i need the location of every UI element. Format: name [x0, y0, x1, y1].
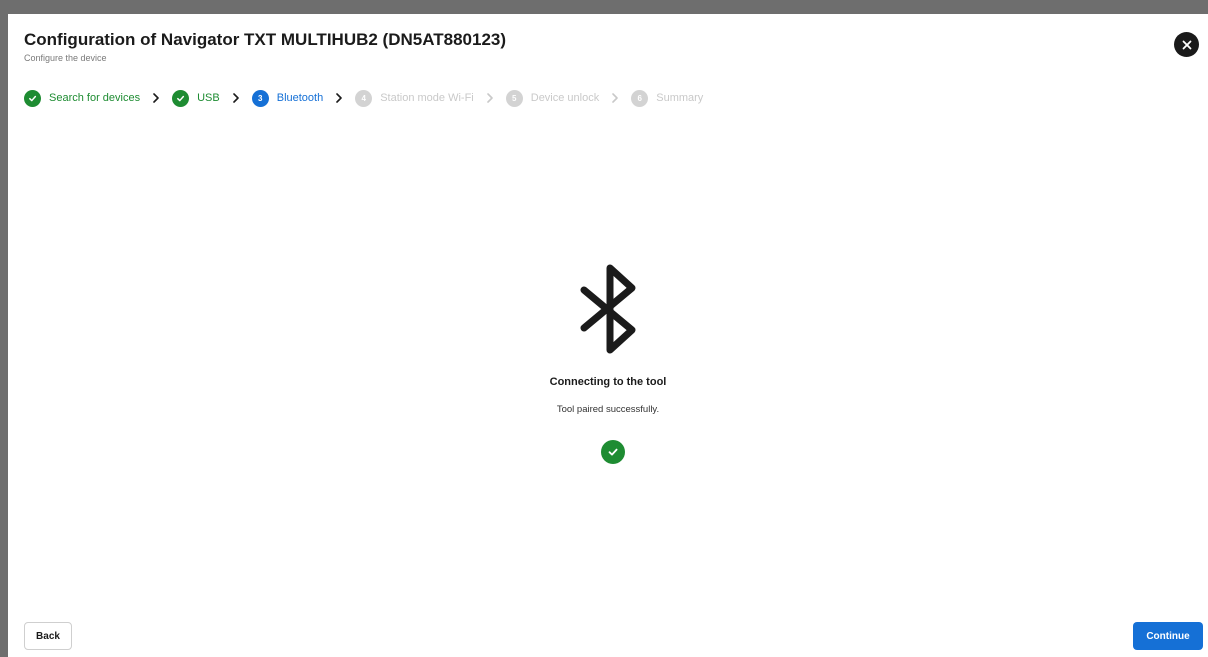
- configuration-dialog: Configuration of Navigator TXT MULTIHUB2…: [8, 14, 1208, 657]
- step-label: Summary: [656, 92, 704, 104]
- step-number: 4: [355, 89, 373, 107]
- step-label: Search for devices: [49, 92, 141, 104]
- continue-button[interactable]: Continue: [1133, 622, 1203, 650]
- step-label: Station mode Wi-Fi: [380, 92, 474, 104]
- chevron-right-icon: [230, 92, 242, 104]
- step-number: 6: [631, 89, 649, 107]
- check-circle-icon: [601, 440, 625, 464]
- dialog-title: Configuration of Navigator TXT MULTIHUB2…: [24, 30, 507, 49]
- stepper: Search for devices USB 3 Bluetooth 4 Sta…: [24, 88, 703, 108]
- step-device-unlock: 5 Device unlock: [505, 89, 600, 107]
- step-station-mode-wifi: 4 Station mode Wi-Fi: [355, 89, 474, 107]
- step-label: Bluetooth: [276, 92, 324, 104]
- step-usb: USB: [172, 89, 220, 107]
- step-label: USB: [197, 92, 220, 104]
- back-button[interactable]: Back: [24, 622, 72, 650]
- chevron-right-icon: [333, 92, 345, 104]
- step-number: 5: [505, 89, 523, 107]
- step-complete-icon: [172, 89, 190, 107]
- step-complete-icon: [24, 89, 41, 107]
- dialog-subtitle: Configure the device: [24, 53, 107, 63]
- status-message: Tool paired successfully.: [556, 404, 660, 415]
- step-label: Device unlock: [530, 92, 600, 104]
- step-bluetooth: 3 Bluetooth: [251, 89, 324, 107]
- chevron-right-icon: [609, 92, 621, 104]
- status-title: Connecting to the tool: [549, 376, 667, 388]
- chevron-right-icon: [150, 92, 162, 104]
- step-number: 3: [251, 89, 269, 107]
- chevron-right-icon: [484, 92, 496, 104]
- close-icon: [1182, 40, 1191, 49]
- close-button[interactable]: [1174, 32, 1199, 57]
- bluetooth-icon: [580, 264, 636, 354]
- step-search-for-devices: Search for devices: [24, 89, 141, 107]
- step-summary: 6 Summary: [631, 89, 704, 107]
